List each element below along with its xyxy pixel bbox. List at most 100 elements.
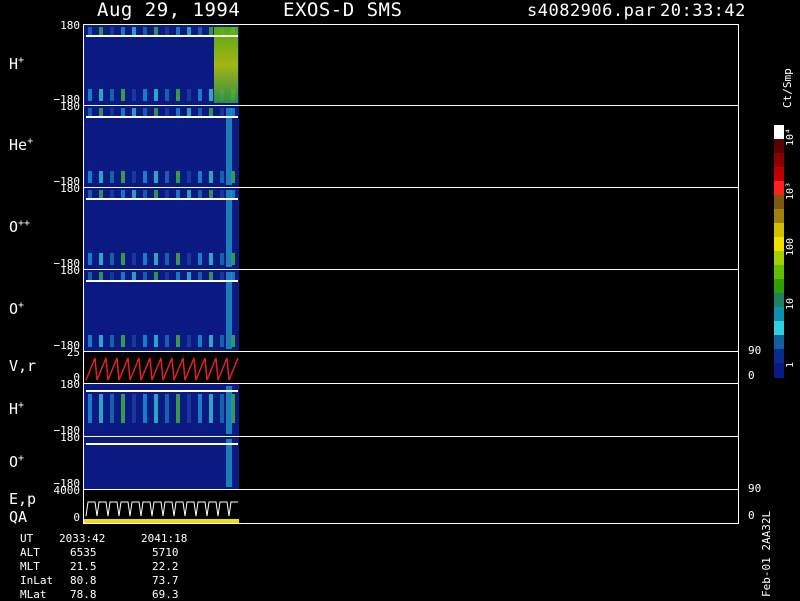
pitch-angle-trace bbox=[86, 34, 238, 37]
y-tick-bottom: 0 bbox=[73, 511, 80, 524]
spectrogram-streak bbox=[176, 89, 180, 101]
spectrogram-streak bbox=[88, 335, 92, 347]
panel-data-region bbox=[84, 106, 239, 187]
spectrogram-streak bbox=[121, 393, 125, 423]
panel-4 bbox=[83, 351, 739, 384]
y-tick-top: 180 bbox=[60, 182, 80, 195]
panel-data-region bbox=[84, 352, 239, 383]
spectrogram-streak bbox=[121, 89, 125, 101]
spectrogram-streak bbox=[198, 393, 202, 423]
spectrogram-streak bbox=[176, 253, 180, 265]
panel-label-superscript: + bbox=[18, 300, 25, 311]
colorbar-segment bbox=[774, 167, 784, 182]
spectrogram-streak bbox=[110, 171, 114, 183]
velocity-trace bbox=[85, 357, 239, 381]
instrument-name: EXOS-D SMS bbox=[283, 0, 403, 21]
panel-data-region bbox=[84, 188, 239, 269]
spectrogram-streak bbox=[165, 393, 169, 423]
colorbar-segment bbox=[774, 363, 784, 378]
colorbar-segment bbox=[774, 181, 784, 196]
colorbar-segment bbox=[774, 237, 784, 252]
spectrogram-band bbox=[226, 190, 232, 267]
plot-time: 20:33:42 bbox=[660, 1, 746, 21]
spectrogram-streak bbox=[132, 335, 136, 347]
spectrogram-streak bbox=[143, 253, 147, 265]
spectrogram-streak bbox=[88, 253, 92, 265]
colorbar-segment bbox=[774, 321, 784, 336]
spectrogram-streak bbox=[154, 253, 158, 265]
panel-label-text: H bbox=[9, 54, 19, 73]
footer-stamp: Feb-01 2AA32L bbox=[760, 510, 773, 597]
info-key-alt: ALT bbox=[20, 546, 40, 559]
info-inlat-start: 80.8 bbox=[70, 574, 97, 587]
colorbar-segment bbox=[774, 125, 784, 140]
spectrogram-streak bbox=[187, 393, 191, 423]
spectrogram-streak bbox=[198, 171, 202, 183]
panel-label-secondary: QA bbox=[9, 508, 28, 526]
spectrogram-streak bbox=[88, 171, 92, 183]
spectrogram-streak bbox=[187, 89, 191, 101]
file-name: s4082906.par bbox=[527, 1, 656, 21]
spectrogram-streak bbox=[209, 89, 213, 101]
spectrogram-streak bbox=[209, 171, 213, 183]
right-tick-top: 90 bbox=[748, 482, 762, 495]
spectrogram-streak bbox=[110, 393, 114, 423]
spectrogram-band bbox=[226, 272, 232, 349]
spectrogram-streak bbox=[132, 393, 136, 423]
y-tick-top: 180 bbox=[60, 378, 80, 391]
spectrogram-streak bbox=[198, 253, 202, 265]
spectrogram-streak bbox=[220, 393, 224, 423]
spectrogram-streak bbox=[99, 171, 103, 183]
spectrogram-streak bbox=[154, 393, 158, 423]
spectrogram-streak bbox=[165, 253, 169, 265]
spectrogram-streak bbox=[187, 171, 191, 183]
y-tick-top: 180 bbox=[60, 264, 80, 277]
colorbar-tick-10: 10 bbox=[785, 297, 796, 310]
right-tick-bottom: 0 bbox=[748, 369, 755, 382]
spectrogram-streak bbox=[209, 335, 213, 347]
pitch-angle-trace bbox=[86, 115, 238, 118]
panel-label-text: O bbox=[9, 218, 19, 236]
panel-3 bbox=[83, 269, 739, 352]
panel-1 bbox=[83, 105, 739, 188]
y-tick-top: 4000 bbox=[53, 484, 81, 497]
spectrogram-band bbox=[226, 386, 232, 434]
spectrogram-streak bbox=[220, 335, 224, 347]
panel-data-region bbox=[84, 490, 239, 523]
spectrogram-streak bbox=[154, 89, 158, 101]
colorbar-segment bbox=[774, 195, 784, 210]
colorbar-segment bbox=[774, 265, 784, 280]
colorbar-tick-1000: 10³ bbox=[785, 181, 796, 200]
pitch-angle-trace bbox=[86, 279, 238, 282]
spectrogram-streak bbox=[187, 253, 191, 265]
info-alt-start: 6535 bbox=[70, 546, 97, 559]
spectrogram-streak bbox=[176, 335, 180, 347]
info-key-inlat: InLat bbox=[20, 574, 54, 587]
panel-label-superscript: ++ bbox=[18, 218, 31, 229]
spectrogram-streak bbox=[176, 393, 180, 423]
panel-label-text: V,r bbox=[9, 357, 37, 375]
spectrogram-band bbox=[226, 439, 232, 487]
spectrogram-streak bbox=[143, 393, 147, 423]
spectrogram-streak bbox=[165, 89, 169, 101]
spectrogram-streak bbox=[154, 171, 158, 183]
spectrogram-streak bbox=[132, 171, 136, 183]
info-ut-end: 2041:18 bbox=[141, 532, 188, 545]
panel-label: V,r bbox=[9, 357, 36, 375]
spectrogram-streak bbox=[121, 253, 125, 265]
panel-label: O+ bbox=[9, 453, 24, 471]
colorbar-segment bbox=[774, 153, 784, 168]
spectrogram-streak bbox=[88, 89, 92, 101]
colorbar-segment bbox=[774, 223, 784, 238]
y-tick-top: 25 bbox=[66, 346, 80, 359]
panel-label-text: O bbox=[9, 452, 19, 471]
panel-data-region bbox=[84, 25, 239, 105]
spectrogram-streak bbox=[110, 335, 114, 347]
colorbar-segment bbox=[774, 251, 784, 266]
info-key-ut: UT bbox=[20, 532, 34, 545]
panel-2 bbox=[83, 187, 739, 270]
info-key-mlt: MLT bbox=[20, 560, 40, 573]
colorbar-tick-100: 100 bbox=[785, 237, 796, 256]
spectrogram-streak bbox=[143, 89, 147, 101]
spectrogram-streak bbox=[154, 335, 158, 347]
